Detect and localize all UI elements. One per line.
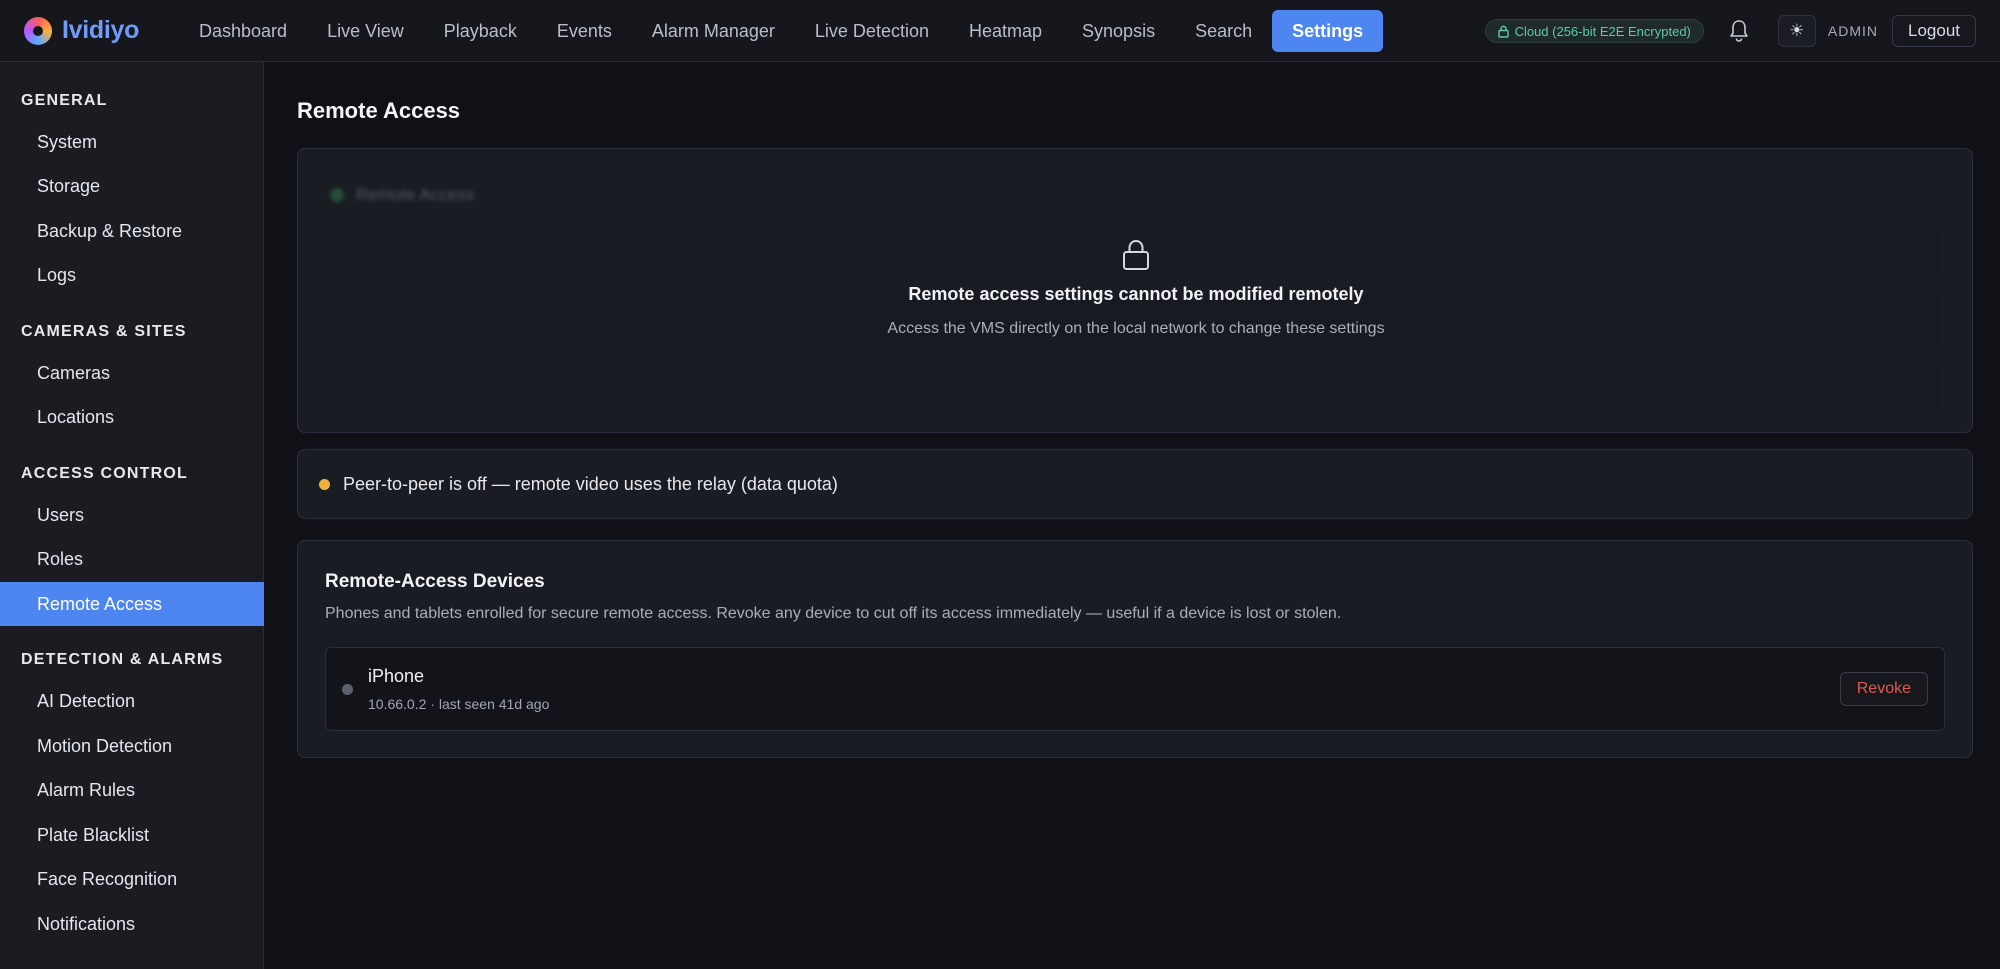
revoke-device-button[interactable]: Revoke	[1839, 672, 1928, 706]
app-name: Ividiyo	[62, 16, 140, 44]
theme-toggle-button[interactable]: ☀	[1777, 15, 1816, 47]
sidebar-item-backup-restore[interactable]: Backup & Restore	[0, 209, 264, 253]
bell-icon[interactable]	[1726, 18, 1752, 44]
device-status-dot	[342, 684, 353, 695]
settings-sidebar: GENERAL System Storage Backup & Restore …	[0, 62, 264, 969]
page-title: Remote Access	[297, 98, 461, 123]
sidebar-item-roles[interactable]: Roles	[0, 537, 264, 581]
status-dot	[330, 188, 344, 202]
nav-playback[interactable]: Playback	[424, 10, 537, 52]
cloud-badge-text: Cloud (256-bit E2E Encrypted)	[1514, 23, 1691, 39]
lock-icon	[1497, 25, 1509, 38]
sidebar-item-users[interactable]: Users	[0, 493, 264, 537]
locked-message-title: Remote access settings cannot be modifie…	[908, 284, 1364, 304]
devices-section-title: Remote-Access Devices	[325, 571, 545, 592]
nav-live-view[interactable]: Live View	[307, 10, 424, 52]
header-actions: Cloud (256-bit E2E Encrypted) ☀ ADMIN Lo…	[1484, 0, 1976, 62]
padlock-icon	[298, 239, 1972, 273]
devices-section-description: Phones and tablets enrolled for secure r…	[325, 605, 1342, 622]
sidebar-item-notifications[interactable]: Notifications	[0, 902, 264, 946]
sidebar-group-detection-alarms: DETECTION & ALARMS	[21, 651, 224, 668]
sidebar-item-face-recognition[interactable]: Face Recognition	[0, 857, 264, 901]
sidebar-item-logs[interactable]: Logs	[0, 253, 264, 297]
p2p-status-text: Peer-to-peer is off — remote video uses …	[343, 473, 838, 494]
sidebar-group-general: GENERAL	[21, 92, 108, 109]
sidebar-item-ai-detection[interactable]: AI Detection	[0, 679, 264, 723]
sidebar-item-cameras[interactable]: Cameras	[0, 351, 264, 395]
nav-synopsis[interactable]: Synopsis	[1062, 10, 1175, 52]
sidebar-item-storage[interactable]: Storage	[0, 164, 264, 208]
logout-button[interactable]: Logout	[1892, 15, 1976, 47]
sidebar-item-remote-access[interactable]: Remote Access	[0, 582, 264, 626]
sidebar-item-system[interactable]: System	[0, 120, 264, 164]
nav-events[interactable]: Events	[537, 10, 632, 52]
disabled-setting-row	[328, 363, 1940, 413]
device-name: iPhone	[368, 666, 425, 686]
sidebar-item-plate-blacklist[interactable]: Plate Blacklist	[0, 813, 264, 857]
p2p-status-card: Peer-to-peer is off — remote video uses …	[297, 449, 1973, 519]
sidebar-group-access-control: ACCESS CONTROL	[21, 465, 189, 482]
sun-icon: ☀	[1789, 21, 1805, 40]
nav-search[interactable]: Search	[1175, 10, 1272, 52]
blurred-section-label: Remote Access	[356, 185, 475, 204]
sidebar-item-motion-detection[interactable]: Motion Detection	[0, 724, 264, 768]
blurred-section-header: Remote Access	[330, 185, 474, 205]
sidebar-item-alarm-rules[interactable]: Alarm Rules	[0, 768, 264, 812]
top-bar: Ividiyo Dashboard Live View Playback Eve…	[0, 0, 2000, 62]
nav-live-detection[interactable]: Live Detection	[795, 10, 949, 52]
nav-alarm-manager[interactable]: Alarm Manager	[632, 10, 795, 52]
logo-icon	[24, 16, 52, 45]
cloud-encryption-badge: Cloud (256-bit E2E Encrypted)	[1484, 19, 1704, 43]
app-logo[interactable]: Ividiyo	[24, 16, 179, 45]
current-user: ADMIN	[1827, 23, 1878, 39]
sidebar-group-cameras-sites: CAMERAS & SITES	[21, 323, 187, 340]
locked-settings-card: Remote Access Remote access settings can…	[297, 148, 1973, 433]
locked-message-subtitle: Access the VMS directly on the local net…	[887, 320, 1385, 337]
device-row: iPhone 10.66.0.2 · last seen 41d ago Rev…	[325, 647, 1945, 731]
nav-settings[interactable]: Settings	[1272, 9, 1384, 52]
main-nav: Dashboard Live View Playback Events Alar…	[179, 0, 1384, 62]
warning-status-dot	[319, 478, 330, 490]
nav-heatmap[interactable]: Heatmap	[949, 10, 1062, 52]
nav-dashboard[interactable]: Dashboard	[179, 10, 307, 52]
sidebar-item-locations[interactable]: Locations	[0, 395, 264, 439]
device-meta: 10.66.0.2 · last seen 41d ago	[368, 696, 550, 712]
remote-devices-card: Remote-Access Devices Phones and tablets…	[297, 540, 1973, 758]
